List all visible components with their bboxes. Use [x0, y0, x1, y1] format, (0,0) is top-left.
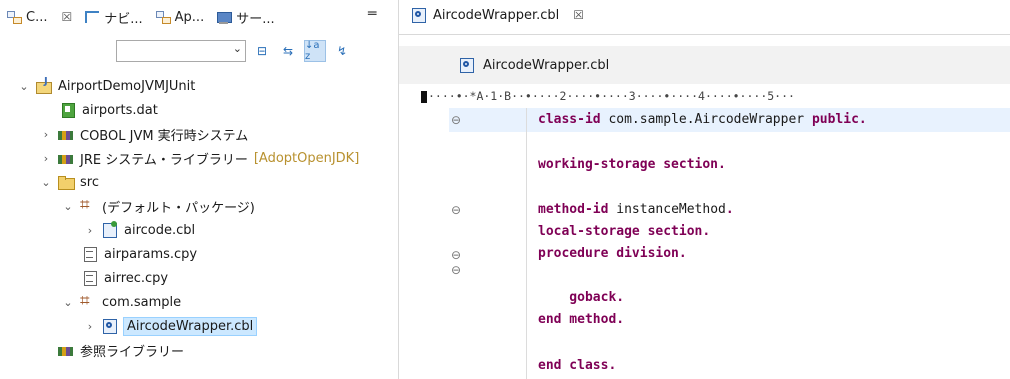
- cobol-class-icon: [411, 7, 427, 23]
- tree-item-com-sample[interactable]: ⌄ com.sample: [62, 290, 181, 314]
- editor-tab-bar: AircodeWrapper.cbl ☒: [399, 0, 1010, 35]
- column-ruler: ····•·*A·1·B··•····2····•····3····•····4…: [421, 86, 1010, 106]
- cobol-program-icon: [102, 221, 118, 238]
- tab-label: C...: [26, 9, 48, 25]
- breadcrumb-file[interactable]: AircodeWrapper.cbl: [459, 57, 609, 73]
- tab-navigator[interactable]: ナビ...: [78, 4, 148, 30]
- tree-item-aircode-wrapper[interactable]: › AircodeWrapper.cbl: [84, 314, 258, 338]
- code-line: procedure division.: [538, 246, 687, 261]
- tree-item-referenced-libraries[interactable]: 参照ライブラリー: [58, 338, 184, 362]
- tree-item-project[interactable]: ⌄ AirportDemoJVMJUnit: [18, 74, 195, 98]
- tab-label: ナビ...: [104, 11, 143, 27]
- package-icon: [80, 195, 96, 215]
- tree-item-airports-dat[interactable]: airports.dat: [60, 98, 158, 122]
- code-line: end method.: [538, 312, 625, 327]
- sort-az-icon[interactable]: ↓a z: [304, 40, 326, 62]
- fold-collapse-icon[interactable]: ⊖: [451, 249, 463, 261]
- tab-cobol-explorer[interactable]: C... ☒: [0, 4, 79, 30]
- tree-item-src[interactable]: ⌄ src: [40, 170, 99, 194]
- copybook-icon: [82, 246, 98, 262]
- application-icon: [155, 9, 171, 25]
- tree-item-airrec[interactable]: airrec.cpy: [82, 266, 168, 290]
- navigator-icon: [84, 9, 100, 25]
- filter-icon[interactable]: ↯: [332, 41, 352, 61]
- explorer-toolbar: ⌄ ⊟ ⇆ ↓a z ↯: [116, 40, 352, 62]
- chevron-down-icon[interactable]: ⌄: [62, 200, 74, 213]
- chevron-down-icon[interactable]: ⌄: [18, 80, 30, 93]
- chevron-down-icon[interactable]: ⌄: [62, 296, 74, 309]
- server-icon: [216, 9, 233, 25]
- jre-decoration: [AdoptOpenJDK]: [253, 150, 360, 166]
- tree-item-cobol-jvm[interactable]: › COBOL JVM 実行時システム: [40, 122, 249, 146]
- collapse-all-icon[interactable]: ⊟: [252, 41, 272, 61]
- filter-combo[interactable]: ⌄: [116, 40, 246, 62]
- package-explorer-icon: [6, 9, 22, 25]
- link-with-editor-icon[interactable]: ⇆: [278, 41, 298, 61]
- cobol-class-icon: [459, 57, 475, 73]
- editor-tab-label: AircodeWrapper.cbl: [433, 7, 560, 23]
- ruler-text: ····•·*A·1·B··•····2····•····3····•····4…: [428, 89, 795, 103]
- chevron-down-icon[interactable]: ⌄: [40, 176, 52, 189]
- package-explorer-panel: C... ☒ ナビ... Ap... サー... ═ ⌄ ⊟ ⇆ ↓a z ↯ …: [0, 0, 399, 379]
- tab-application[interactable]: Ap...: [149, 4, 211, 30]
- view-tab-bar: C... ☒ ナビ... Ap... サー...: [0, 0, 398, 34]
- chevron-right-icon[interactable]: ›: [84, 320, 96, 333]
- tab-label: サー...: [236, 11, 275, 27]
- chevron-right-icon[interactable]: ›: [84, 224, 96, 237]
- source-folder-icon: [58, 174, 75, 190]
- area-a-margin: [526, 108, 527, 379]
- chevron-down-icon: ⌄: [232, 42, 242, 55]
- package-icon: [80, 291, 96, 311]
- ruler-cursor: [421, 90, 427, 103]
- cobol-class-icon: [102, 318, 118, 334]
- tree-item-aircode[interactable]: › aircode.cbl: [84, 218, 195, 242]
- editor-breadcrumb-bar: AircodeWrapper.cbl: [399, 46, 1010, 84]
- fold-collapse-icon[interactable]: ⊖: [451, 114, 463, 126]
- tab-server[interactable]: サー...: [210, 4, 280, 30]
- data-file-icon: [60, 102, 76, 118]
- fold-collapse-icon[interactable]: ⊖: [451, 264, 463, 276]
- library-icon: [58, 342, 74, 358]
- chevron-right-icon[interactable]: ›: [40, 128, 52, 141]
- close-icon[interactable]: ☒: [61, 10, 72, 24]
- code-line: class-id com.sample.AircodeWrapper publi…: [538, 112, 867, 127]
- code-line: working-storage section.: [538, 157, 726, 172]
- code-line: method-id instanceMethod.: [538, 202, 734, 217]
- library-icon: [58, 126, 74, 142]
- tree-item-jre[interactable]: › JRE システム・ライブラリー [AdoptOpenJDK]: [40, 146, 360, 170]
- tab-aircodewrapper[interactable]: AircodeWrapper.cbl ☒: [411, 7, 584, 23]
- editor-panel: AircodeWrapper.cbl ☒ AircodeWrapper.cbl …: [399, 0, 1010, 379]
- code-line: end class.: [538, 358, 617, 373]
- library-icon: [58, 150, 74, 166]
- tree-item-default-package[interactable]: ⌄ (デフォルト・パッケージ): [62, 194, 255, 218]
- breadcrumb-label: AircodeWrapper.cbl: [483, 57, 610, 73]
- java-project-icon: [36, 76, 52, 94]
- tab-label: Ap...: [174, 9, 205, 25]
- copybook-icon: [82, 270, 98, 286]
- close-icon[interactable]: ☒: [573, 8, 584, 22]
- chevron-right-icon[interactable]: ›: [40, 152, 52, 165]
- tree-item-airparams[interactable]: airparams.cpy: [82, 242, 197, 266]
- code-line: goback.: [538, 290, 625, 305]
- code-line: local-storage section.: [538, 224, 711, 239]
- fold-collapse-icon[interactable]: ⊖: [451, 204, 463, 216]
- minimize-icon[interactable]: ═: [368, 6, 376, 22]
